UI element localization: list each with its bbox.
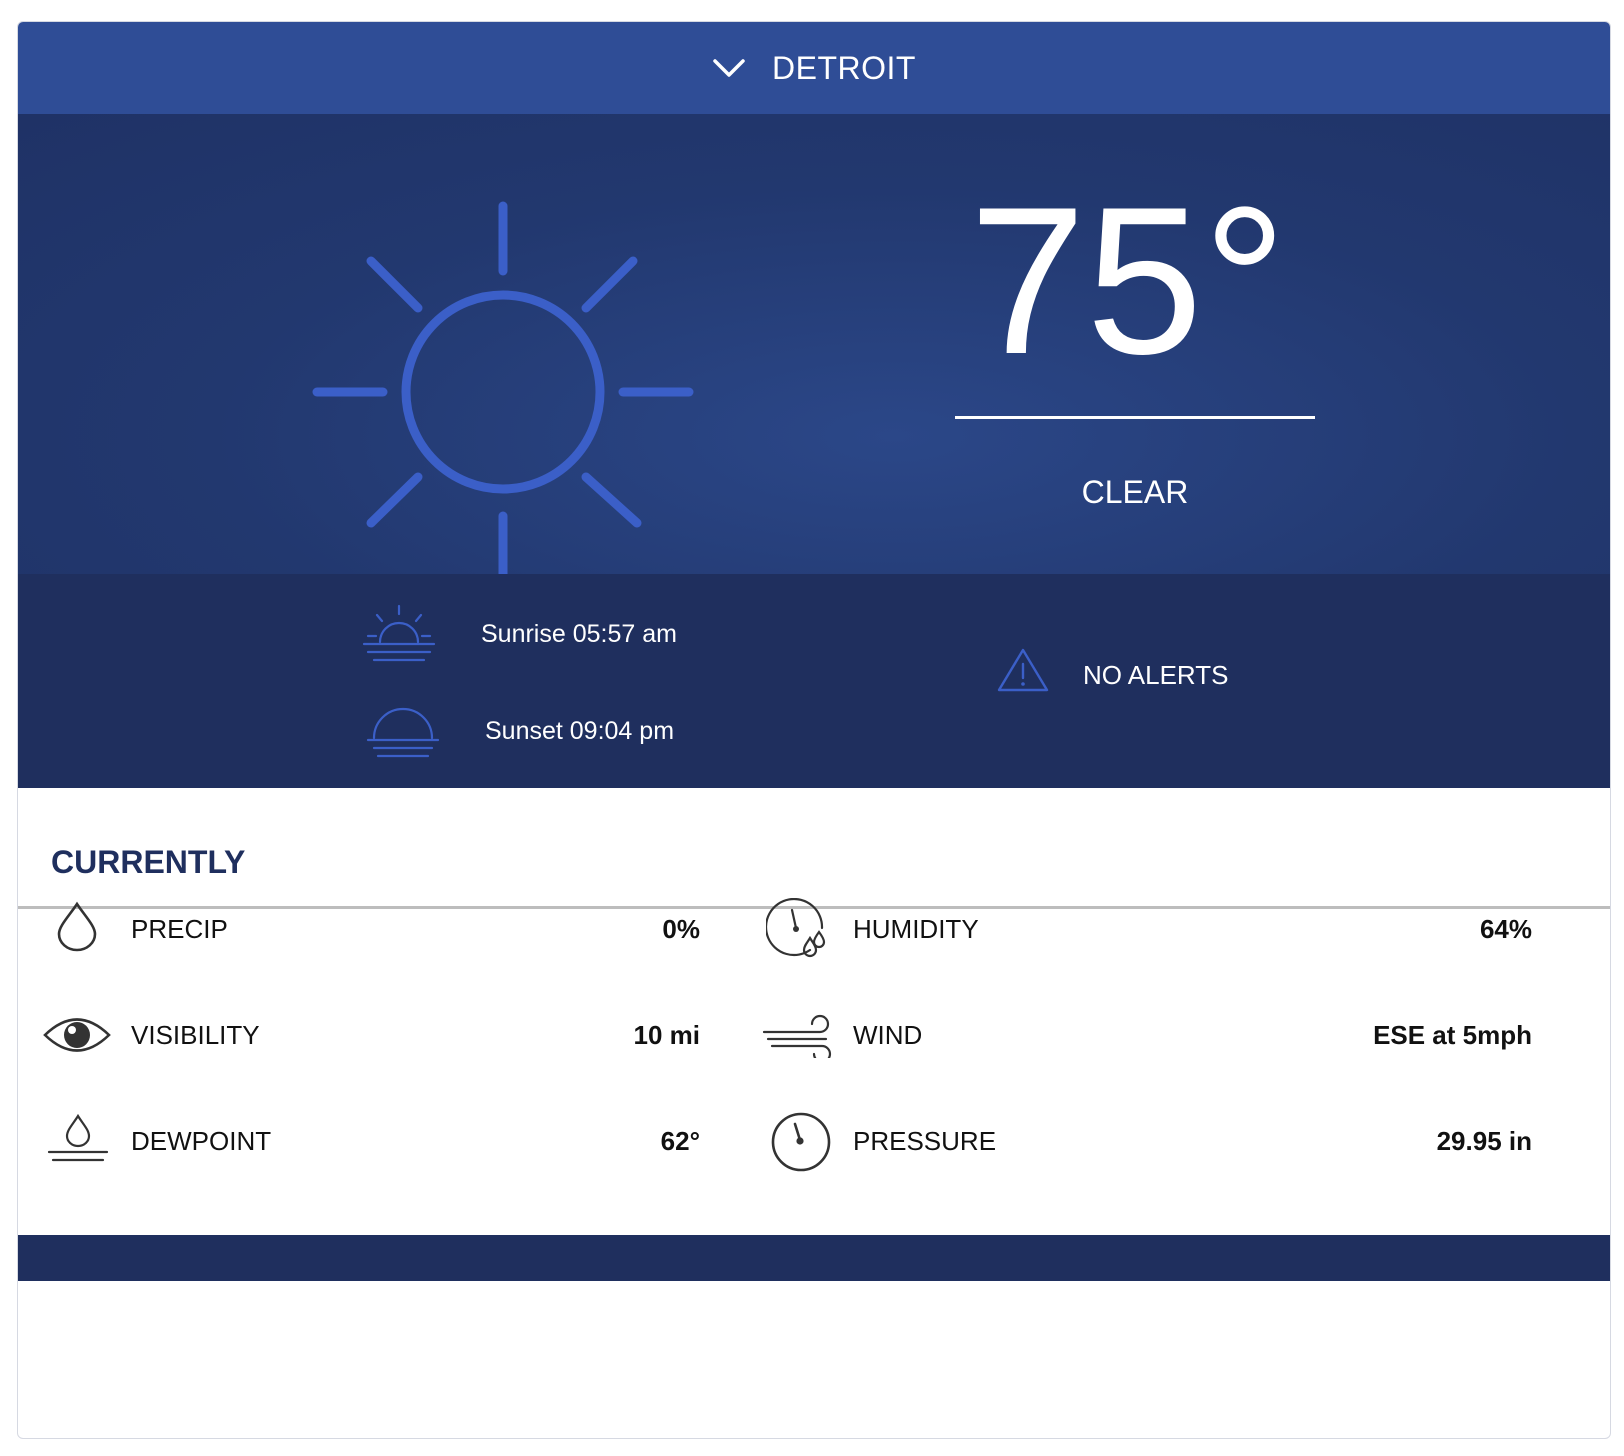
pressure-gauge-icon xyxy=(771,1112,831,1172)
sun-icon xyxy=(312,201,694,579)
metric-value: 64% xyxy=(1479,913,1532,944)
metric-wind: WIND ESE at 5mph xyxy=(738,1000,1580,1070)
location-header[interactable]: DETROIT xyxy=(18,22,1610,114)
metric-visibility: VISIBILITY 10 mi xyxy=(18,1000,738,1070)
metric-value: 0% xyxy=(662,913,700,944)
warning-icon xyxy=(997,648,1049,692)
metric-label: VISIBILITY xyxy=(131,1019,260,1050)
raindrop-icon xyxy=(57,901,97,952)
city-name[interactable]: DETROIT xyxy=(772,50,916,87)
humidity-gauge-icon xyxy=(766,898,826,958)
footer-bar xyxy=(18,1235,1610,1281)
eye-icon xyxy=(43,1018,111,1052)
sun-times-alerts-band: Sunrise 05:57 am Sunset 09:04 pm NO ALER… xyxy=(18,574,1610,788)
metric-dewpoint: DEWPOINT 62° xyxy=(18,1106,738,1176)
weather-card: DETROIT 75° CLEAR Sunrise 05:57 am Sunse… xyxy=(17,21,1611,1439)
temperature-value: 75° xyxy=(969,163,1287,398)
dewpoint-icon xyxy=(47,1113,109,1162)
wind-icon xyxy=(762,1014,832,1058)
chevron-down-icon[interactable] xyxy=(712,57,746,79)
alerts-status[interactable]: NO ALERTS xyxy=(1083,660,1228,691)
metric-label: DEWPOINT xyxy=(131,1125,272,1156)
sunrise-time: Sunrise 05:57 am xyxy=(481,620,677,648)
temperature-underline xyxy=(955,416,1315,419)
metric-pressure: PRESSURE 29.95 in xyxy=(738,1106,1580,1176)
sunset-time: Sunset 09:04 pm xyxy=(485,717,675,745)
metric-precip: PRECIP 0% xyxy=(18,894,738,964)
metric-label: WIND xyxy=(853,1019,923,1050)
metric-humidity: HUMIDITY 64% xyxy=(738,894,1580,964)
metric-value: 62° xyxy=(660,1125,700,1156)
current-conditions-hero: 75° CLEAR xyxy=(18,114,1610,579)
metric-label: HUMIDITY xyxy=(853,913,979,944)
sunrise-icon xyxy=(362,604,436,662)
metric-value: 10 mi xyxy=(633,1019,701,1050)
section-title: CURRENTLY xyxy=(51,844,246,880)
condition-label: CLEAR xyxy=(1081,474,1189,510)
metric-value: ESE at 5mph xyxy=(1373,1019,1532,1050)
sunset-icon xyxy=(366,707,440,758)
metric-value: 29.95 in xyxy=(1436,1125,1532,1156)
metric-label: PRECIP xyxy=(131,913,228,944)
metric-label: PRESSURE xyxy=(853,1125,997,1156)
